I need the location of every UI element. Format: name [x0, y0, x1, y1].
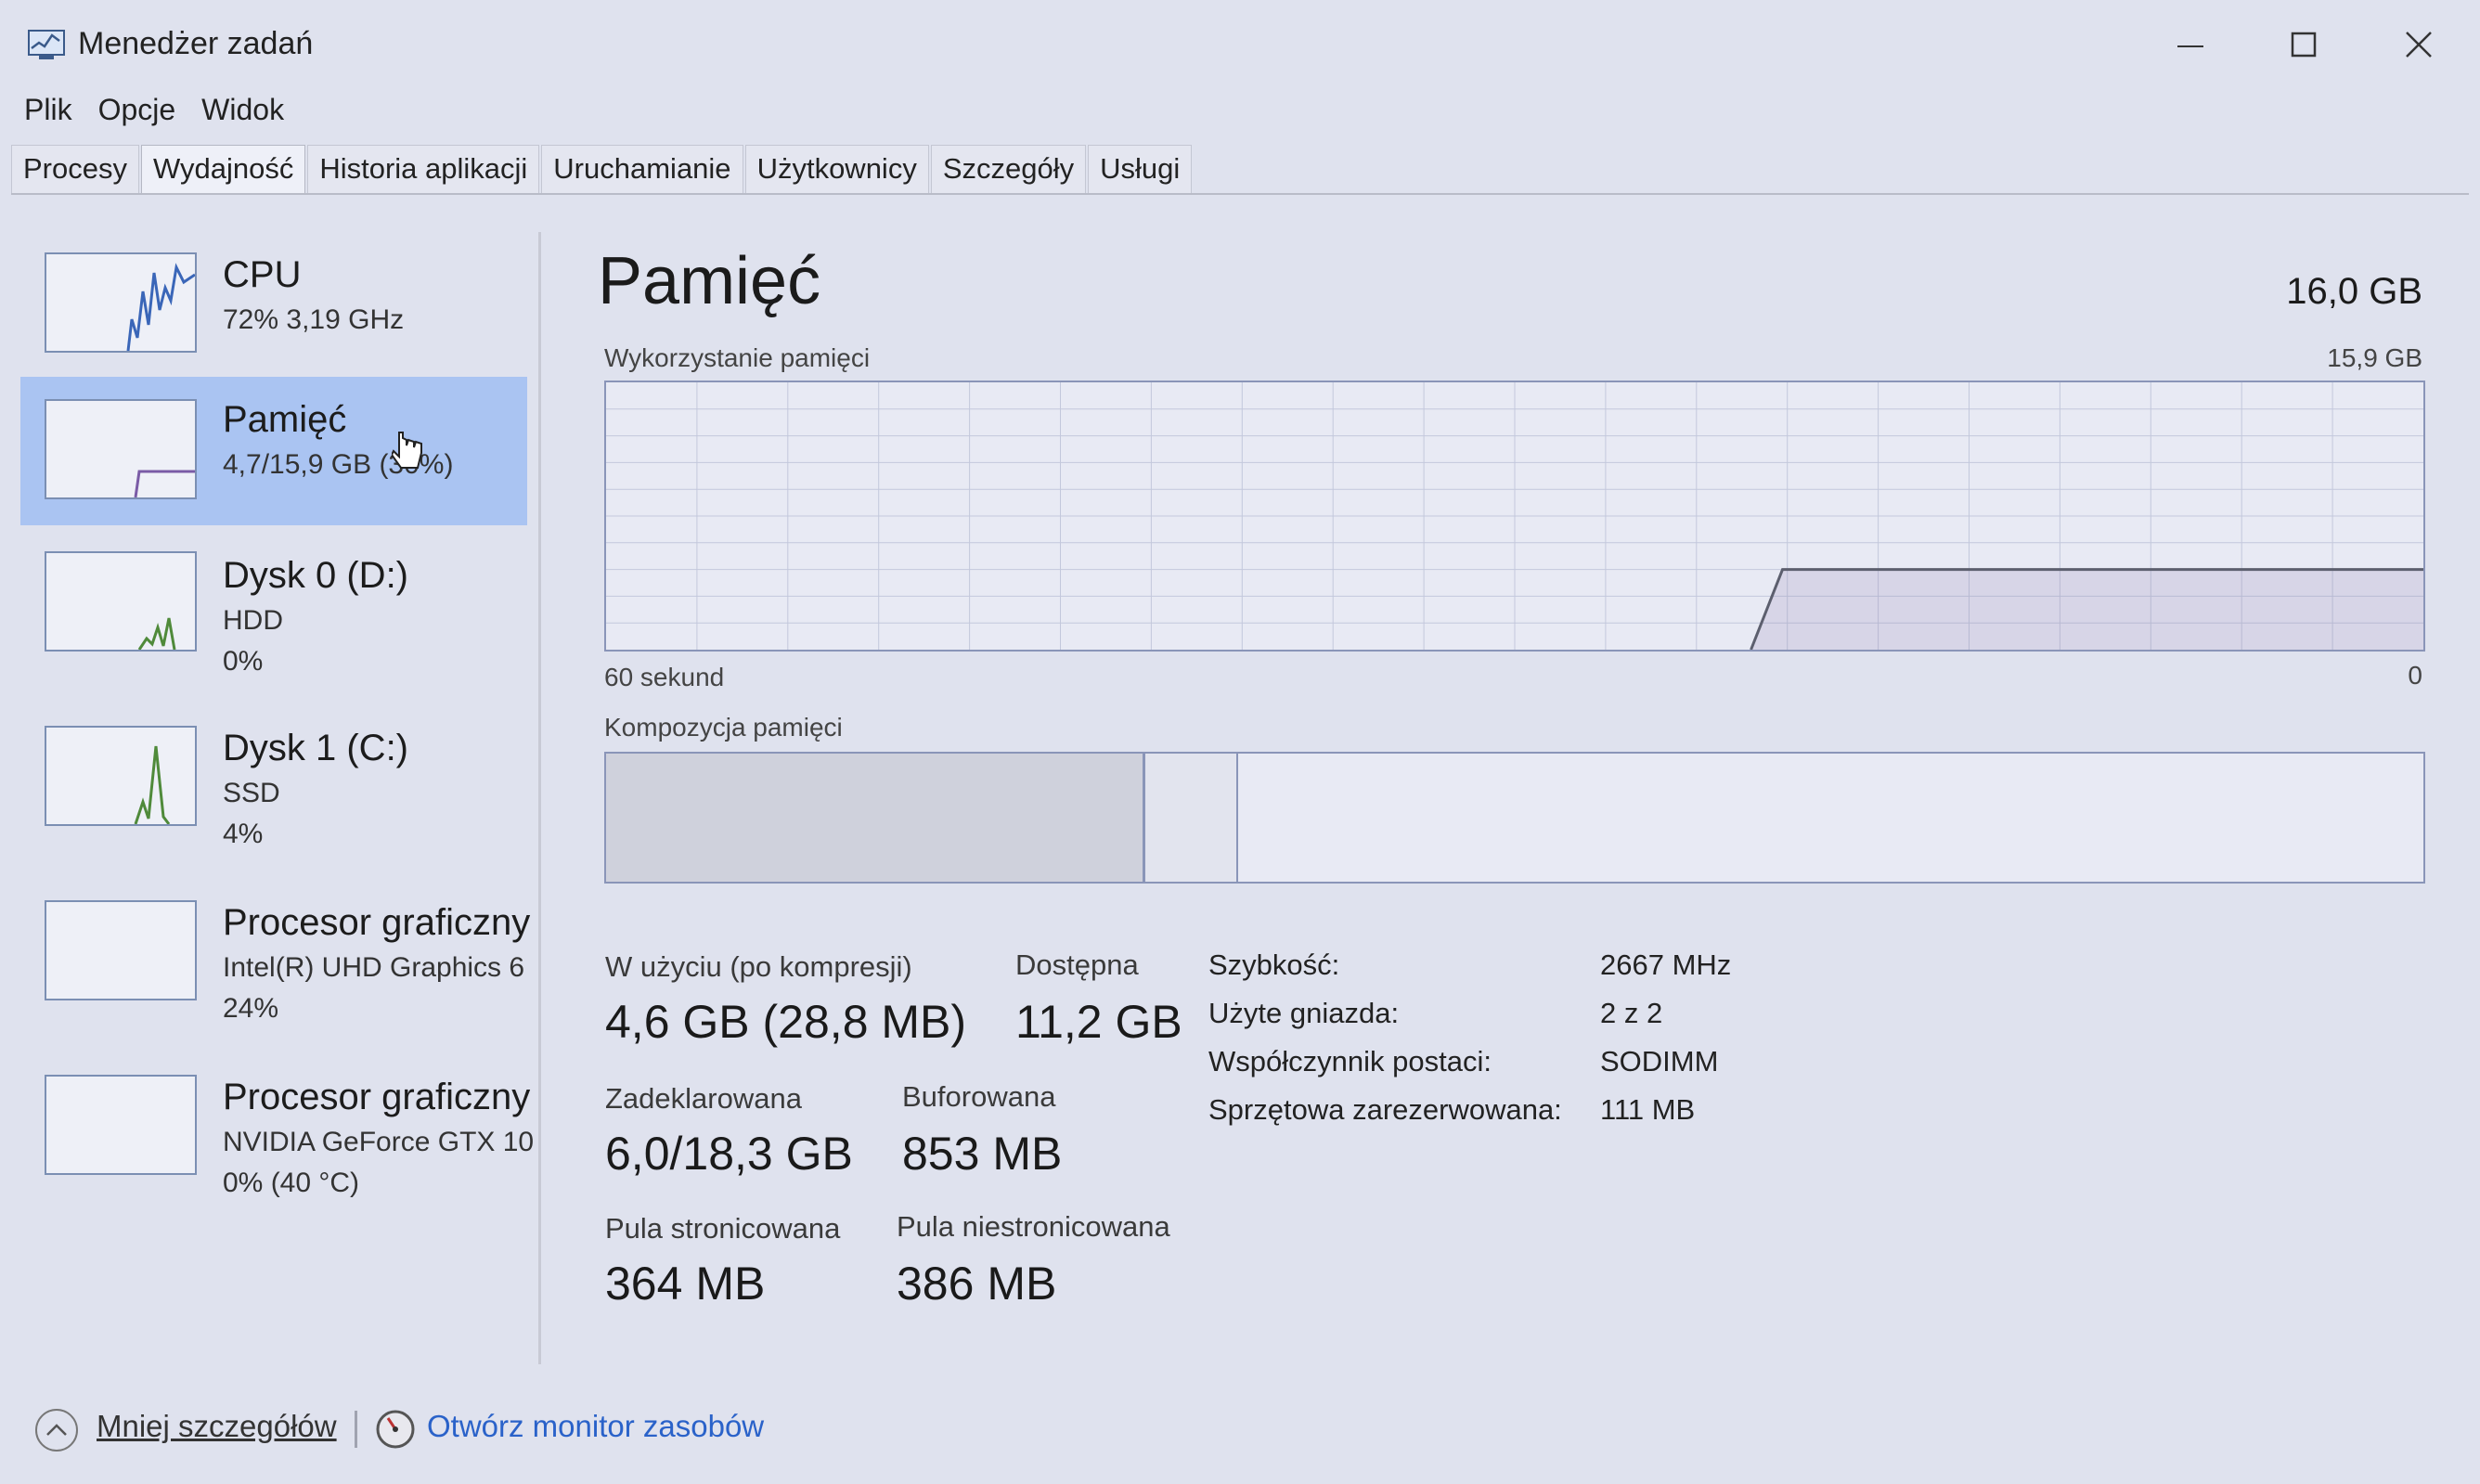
sidebar-item-detail: 72% 3,19 GHz: [223, 304, 405, 335]
available-value: 11,2 GB: [1015, 996, 1182, 1048]
sidebar-item-disk-1[interactable]: Dysk 1 (C:) SSD 4%: [20, 715, 527, 863]
usage-graph-label: Wykorzystanie pamięci: [604, 343, 871, 372]
tab-processes[interactable]: Procesy: [11, 145, 139, 193]
performance-sidebar: CPU 72% 3,19 GHz Pamięć 4,7/15,9 GB (30%…: [0, 232, 541, 1364]
sidebar-item-usage: 4%: [223, 819, 264, 849]
time-axis-end: 0: [2408, 661, 2422, 690]
menu-bar: Plik Opcje Widok: [15, 89, 301, 130]
close-icon: [2406, 32, 2432, 58]
memory-usage-area: [1750, 569, 2423, 650]
cpu-thumbnail-graph: [45, 252, 197, 353]
page-title: Pamięć: [598, 244, 821, 318]
time-axis-start: 60 sekund: [604, 663, 725, 691]
composition-modified-segment: [1144, 754, 1238, 882]
in-use-value: 4,6 GB (28,8 MB): [605, 996, 967, 1048]
menu-options[interactable]: Opcje: [89, 89, 193, 130]
memory-usage-chart: [606, 382, 2423, 651]
composition-in-use-segment: [606, 754, 1145, 882]
hardware-reserved-value: 111 MB: [1600, 1093, 1696, 1126]
sidebar-item-title: Procesor graficzny: [223, 1077, 531, 1117]
hardware-reserved-label: Sprzętowa zarezerwowana:: [1208, 1093, 1562, 1126]
sidebar-item-gpu-1[interactable]: Procesor graficzny NVIDIA GeForce GTX 10…: [20, 1064, 534, 1212]
footer-divider: [355, 1411, 357, 1448]
memory-composition-bar: [604, 752, 2425, 884]
committed-label: Zadeklarowana: [605, 1082, 802, 1115]
sidebar-item-cpu[interactable]: CPU 72% 3,19 GHz: [20, 238, 527, 386]
task-manager-window: Menedżer zadań Plik Opcje Widok Procesy …: [0, 0, 2480, 1484]
nonpaged-pool-value: 386 MB: [897, 1258, 1057, 1310]
title-bar: Menedżer zadań: [0, 0, 2480, 89]
chevron-up-icon: [35, 1409, 78, 1452]
usage-graph-max: 15,9 GB: [2327, 343, 2422, 372]
disk-1-thumbnail-graph: [45, 726, 197, 826]
memory-usage-graph: [604, 381, 2425, 652]
speed-label: Szybkość:: [1208, 948, 1340, 981]
cached-label: Buforowana: [902, 1080, 1056, 1113]
fewer-details-link[interactable]: Mniej szczegółów: [97, 1409, 337, 1444]
sidebar-item-usage: 24%: [223, 993, 279, 1024]
task-manager-icon: [28, 30, 65, 59]
sidebar-item-memory[interactable]: Pamięć 4,7/15,9 GB (30%): [20, 377, 527, 525]
gpu-0-thumbnail-graph: [45, 900, 197, 1000]
cached-value: 853 MB: [902, 1128, 1063, 1180]
tab-startup[interactable]: Uruchamianie: [541, 145, 743, 193]
maximize-button[interactable]: [2257, 17, 2350, 74]
composition-label: Kompozycja pamięci: [604, 713, 843, 742]
available-label: Dostępna: [1015, 948, 1139, 981]
tab-performance[interactable]: Wydajność: [140, 145, 306, 193]
sidebar-item-model: Intel(R) UHD Graphics 6: [223, 952, 525, 983]
mouse-cursor-icon: [392, 432, 422, 469]
sidebar-item-usage: 0% (40 °C): [223, 1168, 360, 1198]
paged-pool-value: 364 MB: [605, 1258, 766, 1310]
tab-bar: Procesy Wydajność Historia aplikacji Uru…: [11, 145, 2469, 195]
nonpaged-pool-label: Pula niestronicowana: [897, 1210, 1170, 1243]
sidebar-item-type: SSD: [223, 778, 280, 808]
sidebar-item-type: HDD: [223, 605, 283, 636]
cpu-sparkline: [126, 263, 196, 352]
in-use-label: W użyciu (po kompresji): [605, 950, 912, 983]
paged-pool-label: Pula stronicowana: [605, 1212, 841, 1245]
menu-view[interactable]: Widok: [192, 89, 301, 130]
memory-thumbnail-graph: [45, 399, 197, 499]
form-factor-label: Współczynnik postaci:: [1208, 1045, 1492, 1078]
menu-file[interactable]: Plik: [15, 89, 89, 130]
sidebar-item-title: Dysk 0 (D:): [223, 555, 408, 596]
open-resource-monitor-link[interactable]: Otwórz monitor zasobów: [427, 1409, 764, 1444]
minimize-icon: [2177, 45, 2203, 47]
sidebar-item-title: CPU: [223, 254, 302, 295]
sidebar-item-title: Dysk 1 (C:): [223, 728, 408, 768]
sidebar-item-title: Pamięć: [223, 399, 347, 440]
disk-0-sparkline: [137, 617, 176, 651]
sidebar-item-usage: 0%: [223, 646, 264, 677]
minimize-button[interactable]: [2144, 17, 2237, 74]
form-factor-value: SODIMM: [1600, 1045, 1719, 1078]
memory-sparkline: [134, 470, 195, 498]
slots-used-value: 2 z 2: [1600, 997, 1663, 1029]
tab-app-history[interactable]: Historia aplikacji: [307, 145, 540, 193]
fewer-details-button[interactable]: [33, 1407, 80, 1453]
slots-used-label: Użyte gniazda:: [1208, 997, 1400, 1029]
gpu-1-thumbnail-graph: [45, 1075, 197, 1175]
sidebar-item-disk-0[interactable]: Dysk 0 (D:) HDD 0%: [20, 542, 527, 690]
disk-1-sparkline: [134, 745, 171, 825]
sidebar-item-gpu-0[interactable]: Procesor graficzny Intel(R) UHD Graphics…: [20, 889, 531, 1038]
disk-0-thumbnail-graph: [45, 551, 197, 652]
sidebar-item-model: NVIDIA GeForce GTX 10: [223, 1127, 535, 1157]
speed-value: 2667 MHz: [1600, 948, 1732, 981]
sidebar-item-title: Procesor graficzny: [223, 902, 531, 943]
committed-value: 6,0/18,3 GB: [605, 1128, 853, 1180]
window-title: Menedżer zadań: [78, 26, 314, 61]
resource-monitor-icon: [376, 1410, 415, 1449]
close-button[interactable]: [2372, 17, 2465, 74]
tab-services[interactable]: Usługi: [1088, 145, 1193, 193]
total-memory: 16,0 GB: [2286, 271, 2422, 312]
tab-details[interactable]: Szczegóły: [930, 145, 1087, 193]
tab-users[interactable]: Użytkownicy: [744, 145, 929, 193]
maximize-icon: [2291, 32, 2317, 58]
footer-bar: Mniej szczegółów Otwórz monitor zasobów: [0, 1392, 2480, 1466]
